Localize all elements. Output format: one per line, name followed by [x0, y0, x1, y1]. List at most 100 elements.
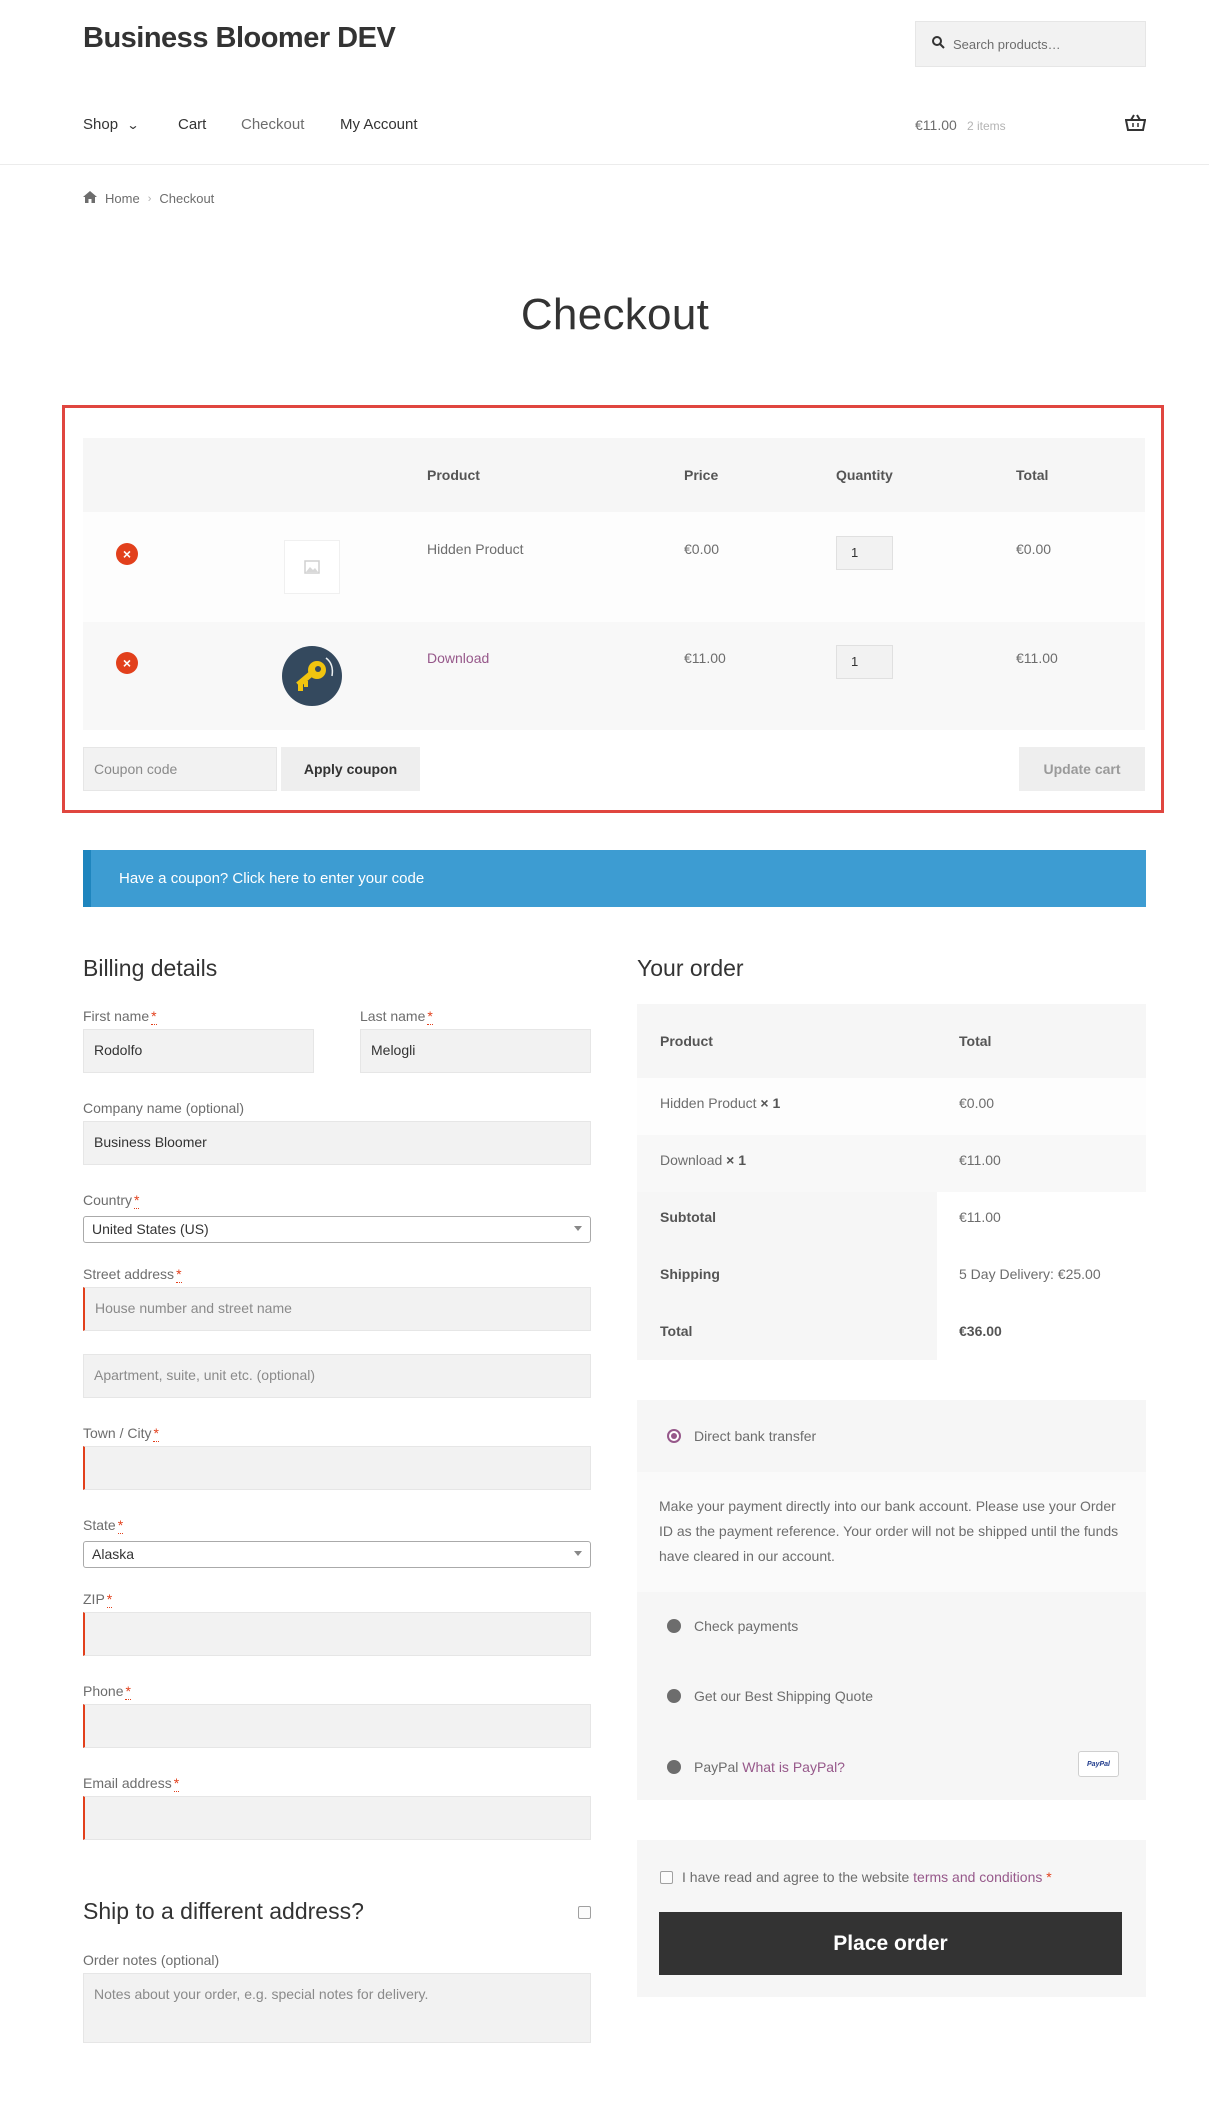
nav-shop[interactable]: Shop ⌄: [83, 116, 140, 133]
cart-header-total: Total: [1016, 467, 1049, 483]
search-input[interactable]: Search products…: [915, 21, 1146, 67]
order-item-total: €0.00: [959, 1095, 995, 1111]
payment-label-shipping-quote[interactable]: Get our Best Shipping Quote: [694, 1688, 873, 1704]
terms-link[interactable]: terms and conditions: [913, 1869, 1042, 1885]
radio-paypal[interactable]: [667, 1760, 681, 1774]
update-cart-button[interactable]: Update cart: [1019, 747, 1145, 791]
download-key-thumbnail[interactable]: [282, 646, 342, 706]
terms-text: I have read and agree to the website ter…: [682, 1869, 1052, 1885]
cart-header-quantity: Quantity: [836, 467, 893, 483]
header-divider: [0, 164, 1209, 165]
zip-field[interactable]: [83, 1612, 591, 1656]
order-table-header: [637, 1004, 1146, 1078]
street-address-field[interactable]: House number and street name: [83, 1287, 591, 1331]
remove-item-icon[interactable]: ×: [116, 543, 138, 565]
cart-item-price: €11.00: [684, 650, 726, 666]
coupon-code-input[interactable]: Coupon code: [83, 747, 277, 791]
order-header-product: Product: [660, 1033, 713, 1049]
shipping-value: 5 Day Delivery: €25.00: [959, 1266, 1101, 1282]
cart-item-name: Hidden Product: [427, 541, 524, 557]
nav-shop-label: Shop: [83, 116, 119, 133]
radio-shipping-quote[interactable]: [667, 1689, 681, 1703]
billing-heading: Billing details: [83, 955, 218, 981]
place-order-button[interactable]: Place order: [659, 1912, 1122, 1975]
payment-label-bank[interactable]: Direct bank transfer: [694, 1428, 816, 1444]
first-name-field[interactable]: Rodolfo: [83, 1029, 314, 1073]
state-select[interactable]: Alaska: [83, 1541, 591, 1568]
payment-label-check[interactable]: Check payments: [694, 1618, 798, 1634]
quantity-input[interactable]: 1: [836, 536, 893, 570]
coupon-notice[interactable]: Have a coupon? Click here to enter your …: [83, 850, 1146, 907]
breadcrumb-current: Checkout: [159, 191, 215, 206]
quantity-input[interactable]: 1: [836, 645, 893, 679]
cart-item-link[interactable]: Download: [427, 650, 489, 666]
table-row: [83, 512, 1145, 622]
your-order-heading: Your order: [637, 955, 744, 981]
header-cart-count[interactable]: 2 items: [967, 119, 1006, 133]
cart-item-total: €11.00: [1016, 650, 1058, 666]
cart-item-price: €0.00: [684, 541, 720, 557]
cart-item-total: €0.00: [1016, 541, 1052, 557]
state-label: State *: [83, 1517, 124, 1534]
terms-checkbox[interactable]: [660, 1871, 673, 1884]
company-label: Company name (optional): [83, 1100, 245, 1116]
product-thumbnail-placeholder[interactable]: [284, 540, 340, 594]
remove-item-icon[interactable]: ×: [116, 652, 138, 674]
phone-field[interactable]: [83, 1704, 591, 1748]
paypal-logo-icon: PayPal: [1078, 1751, 1119, 1777]
company-field[interactable]: Business Bloomer: [83, 1121, 591, 1165]
basket-icon[interactable]: [1124, 114, 1147, 132]
total-label: Total: [660, 1323, 693, 1339]
street-label: Street address *: [83, 1266, 182, 1283]
order-item-name: Hidden Product × 1: [660, 1095, 781, 1111]
order-header-total: Total: [959, 1033, 992, 1049]
order-item-name: Download × 1: [660, 1152, 747, 1168]
first-name-label: First name *: [83, 1008, 157, 1025]
apply-coupon-button[interactable]: Apply coupon: [281, 747, 420, 791]
breadcrumb: Home › Checkout: [83, 191, 214, 206]
email-label: Email address *: [83, 1775, 180, 1792]
order-notes-field[interactable]: Notes about your order, e.g. special not…: [83, 1973, 591, 2043]
city-field[interactable]: [83, 1446, 591, 1490]
chevron-down-icon: ⌄: [126, 117, 140, 132]
coupon-notice-text[interactable]: Have a coupon? Click here to enter your …: [119, 870, 424, 887]
order-notes-label: Order notes (optional): [83, 1952, 220, 1968]
shipping-label: Shipping: [660, 1266, 720, 1282]
total-value: €36.00: [959, 1323, 1002, 1339]
home-icon[interactable]: [83, 191, 97, 206]
email-field[interactable]: [83, 1796, 591, 1840]
last-name-field[interactable]: Melogli: [360, 1029, 591, 1073]
country-label: Country *: [83, 1192, 140, 1209]
state-select-value: Alaska: [92, 1546, 135, 1562]
payment-label-paypal[interactable]: PayPal What is PayPal?: [694, 1759, 845, 1775]
last-name-label: Last name *: [360, 1008, 433, 1025]
zip-label: ZIP *: [83, 1591, 113, 1608]
cart-header-product: Product: [427, 467, 480, 483]
cart-table-header: [83, 438, 1145, 512]
order-item-total: €11.00: [959, 1152, 1001, 1168]
subtotal-label: Subtotal: [660, 1209, 716, 1225]
ship-different-checkbox[interactable]: [578, 1906, 591, 1919]
city-label: Town / City *: [83, 1425, 159, 1442]
search-icon: [932, 36, 945, 52]
page-title: Checkout: [520, 290, 710, 339]
what-is-paypal-link[interactable]: What is PayPal?: [742, 1759, 845, 1775]
search-placeholder: Search products…: [953, 36, 1061, 52]
nav-my-account[interactable]: My Account: [340, 116, 418, 133]
nav-checkout[interactable]: Checkout: [241, 116, 304, 133]
radio-bank-transfer[interactable]: [667, 1429, 681, 1443]
country-select[interactable]: United States (US): [83, 1216, 591, 1243]
cart-header-price: Price: [684, 467, 719, 483]
apartment-field[interactable]: Apartment, suite, unit etc. (optional): [83, 1354, 591, 1398]
nav-cart[interactable]: Cart: [178, 116, 206, 133]
phone-label: Phone *: [83, 1683, 131, 1700]
breadcrumb-home[interactable]: Home: [105, 191, 140, 206]
radio-check-payments[interactable]: [667, 1619, 681, 1633]
header-cart-amount[interactable]: €11.00: [915, 117, 957, 133]
dropdown-arrow-icon: [574, 1226, 582, 1231]
payment-methods: [637, 1400, 1146, 1800]
breadcrumb-separator-icon: ›: [147, 192, 152, 205]
site-title[interactable]: Business Bloomer DEV: [83, 22, 396, 55]
bank-transfer-description: Make your payment directly into our bank…: [637, 1472, 1146, 1592]
ship-different-heading[interactable]: Ship to a different address?: [83, 1898, 364, 1925]
